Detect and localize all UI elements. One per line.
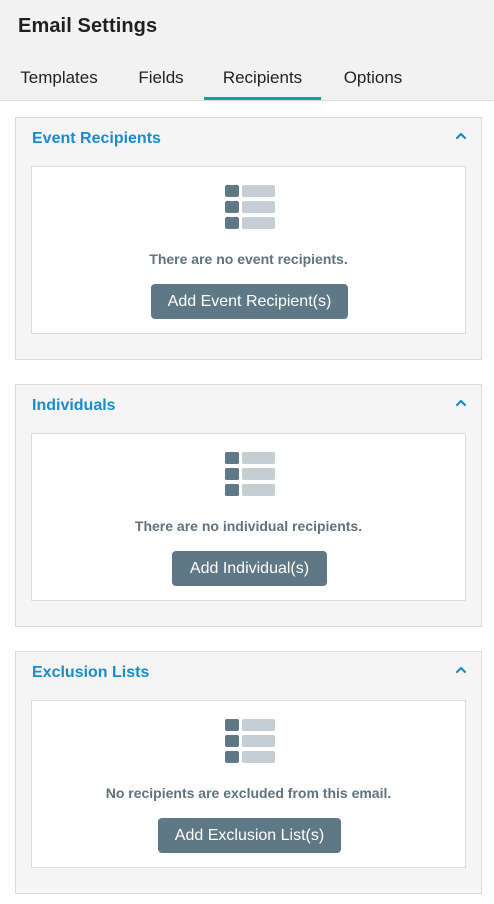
list-icon xyxy=(225,719,275,763)
event-recipients-panel: Event Recipients There are no event reci… xyxy=(15,117,482,360)
tab-options[interactable]: Options xyxy=(338,60,408,97)
tab-templates[interactable]: Templates xyxy=(18,60,100,97)
panel-title: Event Recipients xyxy=(32,130,161,147)
chevron-up-icon[interactable] xyxy=(453,395,469,411)
chevron-up-icon[interactable] xyxy=(453,662,469,678)
panel-title: Individuals xyxy=(32,397,116,414)
add-exclusion-list-button[interactable]: Add Exclusion List(s) xyxy=(158,818,341,853)
exclusion-lists-panel: Exclusion Lists No recipients are exclud… xyxy=(15,651,482,894)
page-title: Email Settings xyxy=(18,15,158,37)
individuals-panel: Individuals There are no individual reci… xyxy=(15,384,482,627)
list-icon xyxy=(225,452,275,496)
panel-body: No recipients are excluded from this ema… xyxy=(31,700,466,868)
empty-state-text: There are no event recipients. xyxy=(149,251,348,267)
list-icon xyxy=(225,185,275,229)
add-event-recipient-button[interactable]: Add Event Recipient(s) xyxy=(151,284,348,319)
add-individual-button[interactable]: Add Individual(s) xyxy=(172,551,327,586)
tab-fields[interactable]: Fields xyxy=(136,60,186,97)
tab-recipients[interactable]: Recipients xyxy=(204,60,321,100)
panel-body: There are no individual recipients. Add … xyxy=(31,433,466,601)
empty-state-text: There are no individual recipients. xyxy=(134,518,363,534)
empty-state-text: No recipients are excluded from this ema… xyxy=(105,785,392,801)
chevron-up-icon[interactable] xyxy=(453,128,469,144)
tab-bar: Templates Fields Recipients Options xyxy=(0,60,494,100)
panel-title: Exclusion Lists xyxy=(32,664,150,681)
panel-body: There are no event recipients. Add Event… xyxy=(31,166,466,334)
header: Email Settings Templates Fields Recipien… xyxy=(0,0,494,101)
